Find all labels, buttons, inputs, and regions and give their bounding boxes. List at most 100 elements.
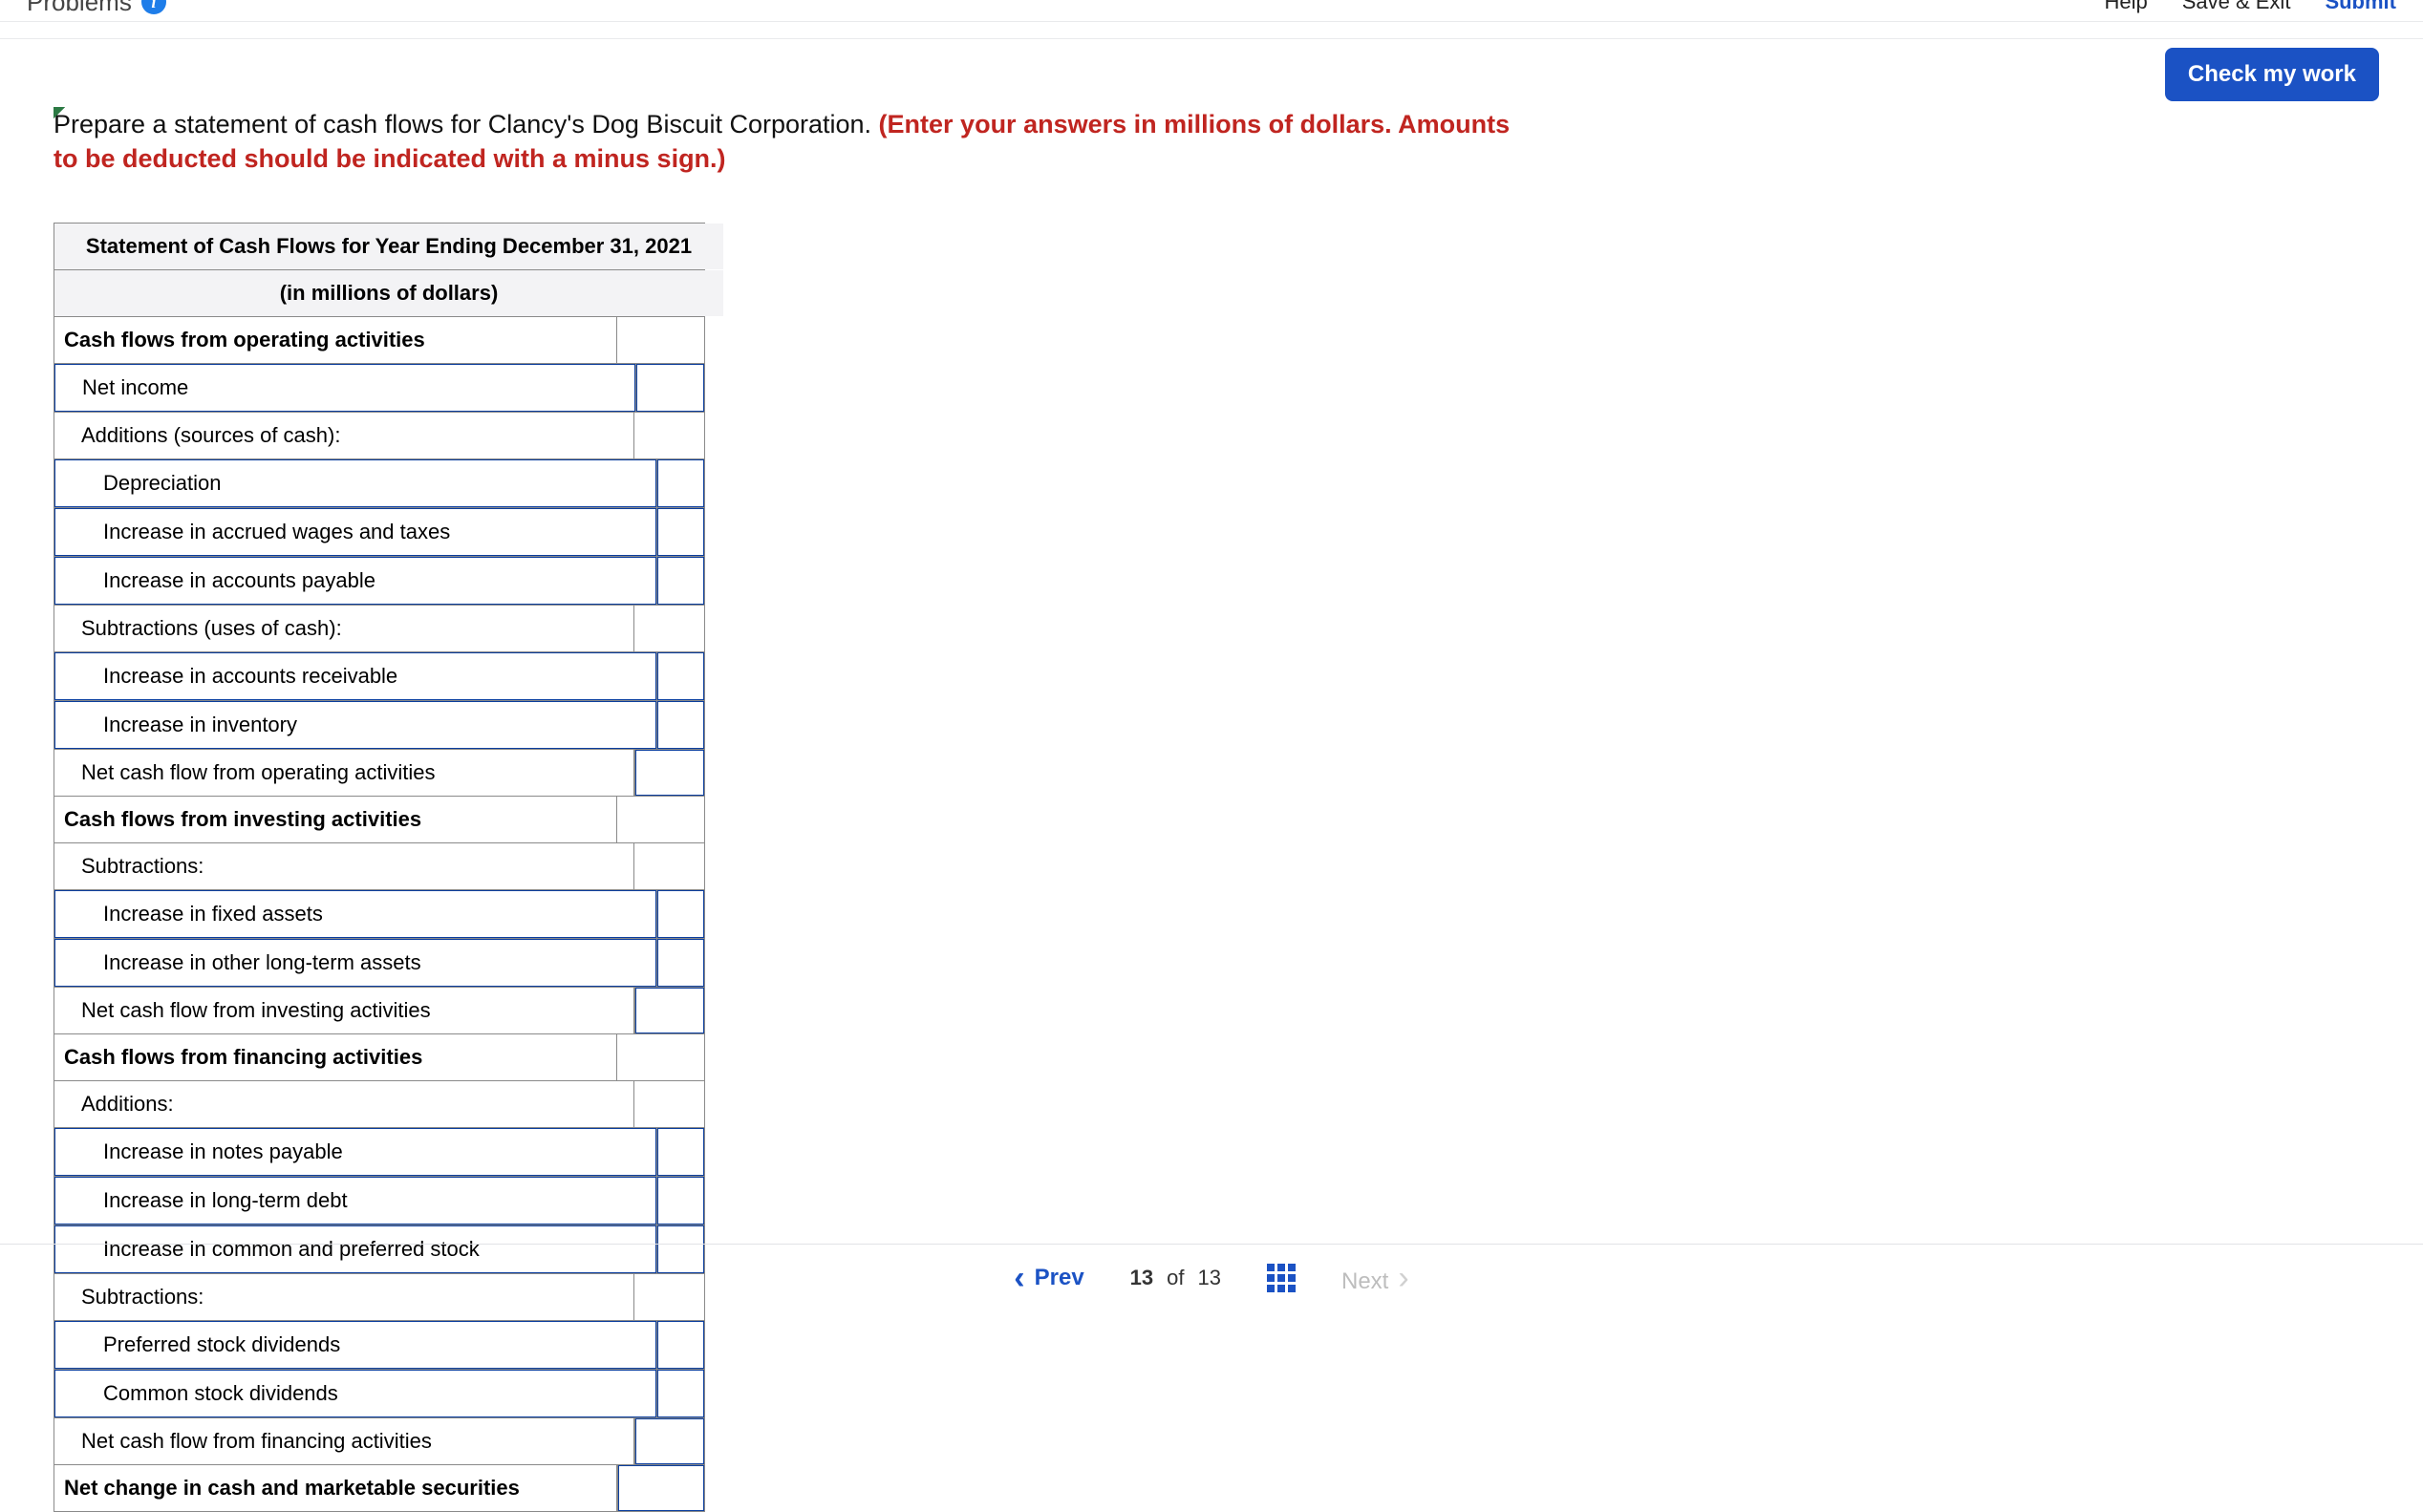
row-value-accts_payable[interactable]	[656, 557, 704, 605]
amount-input-accr_wages[interactable]	[657, 508, 704, 556]
row-value-lt_debt[interactable]	[656, 1177, 704, 1225]
table-title: Statement of Cash Flows for Year Ending …	[54, 224, 723, 269]
amount-input-net_fin[interactable]	[635, 1418, 704, 1464]
check-my-work-button[interactable]: Check my work	[2165, 48, 2379, 101]
row-value-fixed_assets[interactable]	[656, 890, 704, 938]
assignment-title: Problems	[27, 0, 132, 17]
row-value-net_change[interactable]	[617, 1465, 704, 1511]
row-value-net_op[interactable]	[634, 750, 704, 796]
submit-link[interactable]: Submit	[2325, 0, 2396, 14]
table-subtitle: (in millions of dollars)	[54, 270, 723, 316]
row-value-net_fin[interactable]	[634, 1418, 704, 1464]
cashflow-table: Statement of Cash Flows for Year Ending …	[54, 223, 705, 1512]
row-value-fin_add	[634, 1081, 704, 1127]
assignment-breadcrumb: Problems i	[27, 0, 166, 17]
table-row: Increase in accrued wages and taxes	[54, 507, 704, 556]
row-label-additions: Additions (sources of cash):	[54, 413, 634, 458]
amount-input-net_inv[interactable]	[635, 988, 704, 1033]
table-row: Net cash flow from investing activities	[54, 987, 704, 1033]
amount-input-notes_payable[interactable]	[657, 1128, 704, 1176]
table-row: Increase in inventory	[54, 700, 704, 749]
row-value-inv_sub	[634, 843, 704, 889]
row-label-com_div[interactable]: Common stock dividends	[54, 1370, 656, 1417]
save-exit-link[interactable]: Save & Exit	[2182, 0, 2291, 14]
row-value-depreciation[interactable]	[656, 459, 704, 507]
row-value-subtr	[634, 606, 704, 651]
table-row: Additions:	[54, 1080, 704, 1127]
row-label-lt_debt[interactable]: Increase in long-term debt	[54, 1177, 656, 1225]
top-bar: Problems i Saved Help Save & Exit Submit	[0, 0, 2423, 27]
table-row: Net cash flow from financing activities	[54, 1417, 704, 1464]
row-label-pref_div[interactable]: Preferred stock dividends	[54, 1321, 656, 1369]
nav-prev-section: Prev	[1014, 1260, 1083, 1297]
row-label-accr_wages[interactable]: Increase in accrued wages and taxes	[54, 508, 656, 556]
amount-input-net_change[interactable]	[618, 1465, 704, 1511]
row-label-fixed_assets[interactable]: Increase in fixed assets	[54, 890, 656, 938]
prompt-lead: Prepare a statement of cash flows for Cl…	[54, 110, 879, 138]
row-value-pref_div[interactable]	[656, 1321, 704, 1369]
row-label-inv_sub: Subtractions:	[54, 843, 634, 889]
divider	[0, 38, 2423, 39]
amount-input-net_op[interactable]	[635, 750, 704, 796]
row-label-fin_hdr: Cash flows from financing activities	[54, 1034, 617, 1080]
row-label-net_fin: Net cash flow from financing activities	[54, 1418, 634, 1464]
amount-input-lt_assets[interactable]	[657, 939, 704, 987]
table-row: Increase in other long-term assets	[54, 938, 704, 987]
table-row: Preferred stock dividends	[54, 1320, 704, 1369]
row-value-inventory[interactable]	[656, 701, 704, 749]
amount-input-accts_recv[interactable]	[657, 652, 704, 700]
help-link[interactable]: Help	[2104, 0, 2147, 14]
row-value-lt_assets[interactable]	[656, 939, 704, 987]
row-label-op_hdr: Cash flows from operating activities	[54, 317, 617, 363]
row-value-notes_payable[interactable]	[656, 1128, 704, 1176]
row-label-depreciation[interactable]: Depreciation	[54, 459, 656, 507]
row-label-net_inv: Net cash flow from investing activities	[54, 988, 634, 1033]
info-icon[interactable]: i	[141, 0, 166, 14]
divider	[0, 21, 2423, 22]
topbar-actions: Help Save & Exit Submit	[2104, 0, 2396, 14]
grid-icon[interactable]	[1267, 1264, 1296, 1292]
table-row: Common stock dividends	[54, 1369, 704, 1417]
table-row: Increase in accounts payable	[54, 556, 704, 605]
amount-input-fixed_assets[interactable]	[657, 890, 704, 938]
row-label-net_income[interactable]: Net income	[54, 364, 635, 412]
table-row: Subtractions:	[54, 842, 704, 889]
amount-input-net_income[interactable]	[636, 364, 704, 412]
row-value-com_div[interactable]	[656, 1370, 704, 1417]
table-row: Cash flows from investing activities	[54, 796, 704, 842]
amount-input-depreciation[interactable]	[657, 459, 704, 507]
table-header-row: Statement of Cash Flows for Year Ending …	[54, 224, 704, 269]
row-value-accr_wages[interactable]	[656, 508, 704, 556]
prev-label: Prev	[1035, 1265, 1084, 1291]
row-value-additions	[634, 413, 704, 458]
row-label-notes_payable[interactable]: Increase in notes payable	[54, 1128, 656, 1176]
row-label-accts_recv[interactable]: Increase in accounts receivable	[54, 652, 656, 700]
amount-input-accts_payable[interactable]	[657, 557, 704, 605]
next-button: Next	[1341, 1260, 1409, 1297]
row-label-inventory[interactable]: Increase in inventory	[54, 701, 656, 749]
amount-input-inventory[interactable]	[657, 701, 704, 749]
row-value-net_inv[interactable]	[634, 988, 704, 1033]
question-toolbar: Check my work	[2165, 48, 2379, 101]
row-label-inv_hdr: Cash flows from investing activities	[54, 797, 617, 842]
nav-next-section: Next	[1341, 1260, 1409, 1297]
table-row: Additions (sources of cash):	[54, 412, 704, 458]
table-row: Increase in accounts receivable	[54, 651, 704, 700]
amount-input-pref_div[interactable]	[657, 1321, 704, 1369]
question-prompt: Prepare a statement of cash flows for Cl…	[54, 107, 1534, 177]
row-label-accts_payable[interactable]: Increase in accounts payable	[54, 557, 656, 605]
amount-input-lt_debt[interactable]	[657, 1177, 704, 1225]
row-label-subtr: Subtractions (uses of cash):	[54, 606, 634, 651]
amount-input-com_div[interactable]	[657, 1370, 704, 1417]
row-value-net_income[interactable]	[635, 364, 704, 412]
page-sep: of	[1167, 1266, 1184, 1290]
row-value-accts_recv[interactable]	[656, 652, 704, 700]
row-label-lt_assets[interactable]: Increase in other long-term assets	[54, 939, 656, 987]
page-total: 13	[1198, 1266, 1221, 1290]
row-label-fin_add: Additions:	[54, 1081, 634, 1127]
table-row: Increase in fixed assets	[54, 889, 704, 938]
prev-button[interactable]: Prev	[1014, 1260, 1083, 1297]
table-row: Net change in cash and marketable securi…	[54, 1464, 704, 1511]
table-row: Net income	[54, 363, 704, 412]
table-row: Net cash flow from operating activities	[54, 749, 704, 796]
